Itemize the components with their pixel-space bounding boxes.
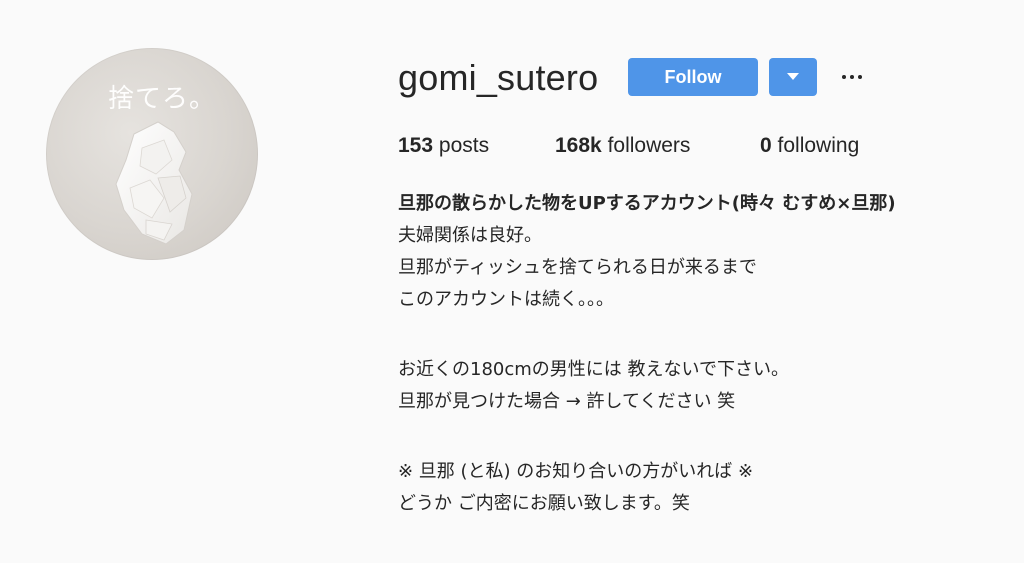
avatar-caption: 捨てろ。 [108, 84, 217, 114]
bio-headline: 旦那の散らかした物をUPするアカウント(時々 むすめ×旦那) [398, 193, 896, 214]
bio-line: 旦那がティッシュを捨てられる日が来るまで [398, 257, 757, 278]
posts-count: 153 [398, 134, 434, 157]
stat-posts: 153 posts [398, 133, 489, 159]
profile-bio: 旦那の散らかした物をUPするアカウント(時々 むすめ×旦那) 夫婦関係は良好。 … [398, 190, 998, 522]
suggestions-dropdown-button[interactable] [769, 58, 817, 96]
bio-line: 夫婦関係は良好。 [398, 225, 542, 246]
bio-spacer [398, 318, 998, 356]
stat-following[interactable]: 0 following [760, 133, 859, 159]
profile-username: gomi_sutero [398, 57, 599, 98]
profile-avatar[interactable]: 捨てろ。 [46, 48, 258, 260]
more-options-button[interactable] [838, 62, 866, 92]
bio-line: 旦那が見つけた場合 → 許してください 笑 [398, 391, 736, 412]
follow-button[interactable]: Follow [628, 58, 758, 96]
followers-label: followers [607, 134, 691, 157]
stat-followers[interactable]: 168k followers [555, 133, 690, 159]
bio-line: ※ 旦那 (と私) のお知り合いの方がいれば ※ [398, 461, 754, 482]
posts-label: posts [438, 134, 490, 157]
followers-count: 168k [555, 134, 602, 157]
caret-down-icon [787, 73, 799, 80]
following-label: following [777, 134, 860, 157]
bio-spacer [398, 420, 998, 458]
bio-line: お近くの180cmの男性には 教えないで下さい。 [398, 359, 789, 380]
following-count: 0 [760, 134, 772, 157]
bio-line: このアカウントは続く。。。 [398, 289, 614, 310]
bio-line: どうか ご内密にお願い致します。笑 [398, 493, 690, 514]
